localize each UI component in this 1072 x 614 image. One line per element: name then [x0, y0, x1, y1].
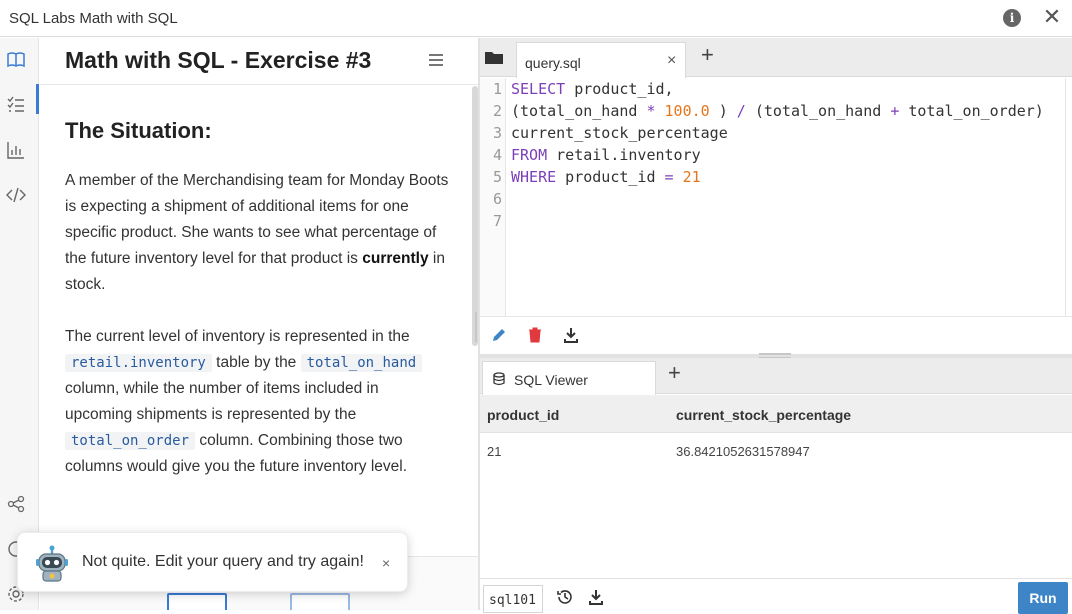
line-number: 2: [492, 102, 502, 120]
menu-icon[interactable]: [429, 54, 443, 66]
database-selector[interactable]: sql101: [483, 585, 543, 613]
status-bar: sql101 Run: [480, 578, 1072, 614]
line-number: 7: [492, 212, 502, 230]
line-number: 4: [492, 146, 502, 164]
line-number: 5: [492, 168, 502, 186]
window-title: SQL Labs Math with SQL: [9, 10, 178, 27]
database-icon: [493, 372, 505, 386]
inline-code: total_on_order: [65, 432, 196, 450]
code-line: (total_on_hand * 100.0 ) / (total_on_han…: [511, 102, 1044, 120]
results-tabbar: SQL Viewer +: [480, 358, 1072, 395]
paragraph-1: A member of the Merchandising team for M…: [65, 172, 449, 293]
tab-sql-viewer[interactable]: SQL Viewer: [482, 361, 656, 395]
bar-chart-icon[interactable]: [6, 140, 26, 160]
table-cell: 36.8421052631578947: [676, 444, 810, 459]
book-icon[interactable]: [6, 50, 26, 70]
line-number: 6: [492, 190, 502, 208]
download-icon[interactable]: [562, 326, 580, 344]
tab-label: SQL Viewer: [514, 372, 588, 388]
inline-code: total_on_hand: [300, 354, 423, 372]
code-line: current_stock_percentage: [511, 124, 728, 142]
tab-query-sql[interactable]: query.sql ×: [516, 42, 686, 78]
feedback-toast: Not quite. Edit your query and try again…: [17, 532, 408, 592]
left-rail: [0, 38, 39, 610]
download-icon[interactable]: [587, 588, 605, 606]
editor-pane: query.sql × + 1 2 3 4 5 6 7 SELECT produ…: [480, 38, 1072, 354]
code-editor[interactable]: SELECT product_id, (total_on_hand * 100.…: [506, 78, 1066, 316]
code-line: FROM retail.inventory: [511, 146, 701, 164]
pencil-icon[interactable]: [490, 326, 508, 344]
code-line: WHERE product_id = 21: [511, 168, 701, 186]
info-icon[interactable]: i: [1003, 9, 1021, 27]
results-pane: SQL Viewer + product_id current_stock_pe…: [480, 358, 1072, 578]
paragraph-2: The current level of inventory is repres…: [65, 324, 450, 480]
code-icon[interactable]: [6, 185, 26, 205]
run-button[interactable]: Run: [1018, 582, 1068, 614]
table-cell: 21: [487, 444, 502, 459]
toast-message: Not quite. Edit your query and try again…: [82, 553, 364, 570]
history-icon[interactable]: [556, 588, 574, 606]
lesson-header: Math with SQL - Exercise #3: [40, 38, 478, 85]
editor-toolbar: [480, 316, 1072, 354]
line-number: 1: [492, 80, 502, 98]
trash-icon[interactable]: [526, 326, 544, 344]
next-button[interactable]: [290, 593, 350, 610]
results-header: product_id current_stock_percentage: [480, 395, 1072, 433]
line-number: 3: [492, 124, 502, 142]
add-tab-button[interactable]: +: [668, 360, 681, 386]
share-icon[interactable]: [6, 494, 26, 514]
editor-scrollbar[interactable]: [1065, 78, 1072, 316]
section-heading: The Situation:: [65, 118, 212, 143]
close-icon[interactable]: ✕: [1042, 6, 1062, 28]
previous-button[interactable]: [167, 593, 227, 610]
editor-tabbar: query.sql × +: [480, 38, 1072, 78]
tab-label: query.sql: [525, 55, 581, 71]
add-tab-button[interactable]: +: [701, 42, 714, 68]
line-number-gutter: 1 2 3 4 5 6 7: [480, 78, 506, 316]
robot-icon: [36, 545, 68, 582]
lesson-panel: Math with SQL - Exercise #3 The Situatio…: [40, 38, 478, 610]
checklist-icon[interactable]: [6, 95, 26, 115]
toast-close-button[interactable]: ×: [382, 555, 390, 571]
code-line: SELECT product_id,: [511, 80, 674, 98]
column-header[interactable]: current_stock_percentage: [676, 407, 851, 423]
title-bar: SQL Labs Math with SQL i ✕: [0, 0, 1072, 37]
table-row[interactable]: 21 36.8421052631578947: [480, 433, 1072, 469]
page-title: Math with SQL - Exercise #3: [65, 47, 372, 73]
rail-active-indicator: [36, 84, 39, 114]
lesson-body: The Situation: A member of the Merchandi…: [65, 118, 450, 506]
inline-code: retail.inventory: [65, 354, 212, 372]
tab-close-icon[interactable]: ×: [667, 52, 676, 70]
folder-icon[interactable]: [482, 44, 506, 70]
column-header[interactable]: product_id: [487, 407, 559, 423]
